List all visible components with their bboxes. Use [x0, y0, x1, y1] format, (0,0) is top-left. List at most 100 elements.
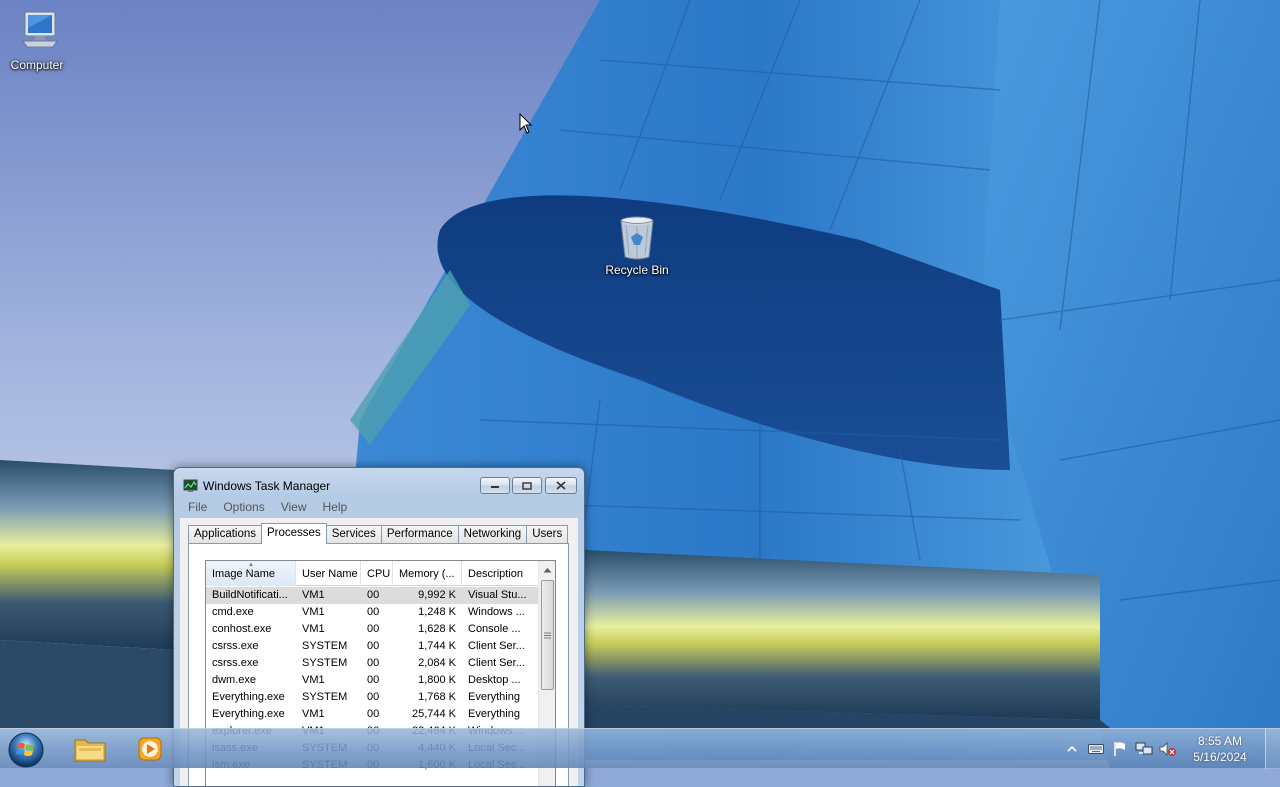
column-cpu[interactable]: CPU: [361, 561, 393, 586]
grip-icon: [544, 632, 551, 638]
process-list-header: ▲ Image Name User Name CPU Memory (... D…: [206, 561, 539, 586]
desktop-icon-recycle-bin[interactable]: Recycle Bin: [597, 213, 677, 277]
scrollbar-thumb[interactable]: [541, 580, 554, 690]
keyboard-icon: [1088, 744, 1104, 754]
column-image-name[interactable]: ▲ Image Name: [206, 561, 296, 586]
recycle-bin-icon: [620, 216, 654, 260]
window-title: Windows Task Manager: [203, 479, 331, 493]
clock-time: 8:55 AM: [1197, 734, 1243, 748]
taskbar-media-player[interactable]: [122, 731, 178, 767]
cell-user-name: SYSTEM: [302, 640, 348, 652]
taskbar-windows-explorer[interactable]: [62, 731, 118, 767]
cell-image-name: conhost.exe: [212, 623, 272, 635]
menu-file[interactable]: File: [180, 498, 215, 517]
tray-action-center[interactable]: [1108, 739, 1132, 759]
cell-description: Visual Stu...: [468, 589, 527, 601]
cell-memory: 1,768 K: [418, 691, 456, 703]
cell-cpu: 00: [367, 657, 380, 669]
cell-cpu: 00: [367, 640, 380, 652]
cell-memory: 1,248 K: [418, 606, 456, 618]
cell-memory: 1,800 K: [418, 674, 456, 686]
tab-performance[interactable]: Performance: [380, 525, 459, 544]
sort-ascending-icon: ▲: [248, 562, 254, 568]
cell-image-name: BuildNotificati...: [212, 589, 288, 601]
taskbar-clock[interactable]: 8:55 AM 5/16/2024: [1188, 733, 1252, 765]
volume-muted-icon: [1159, 742, 1176, 756]
show-desktop-button[interactable]: [1265, 729, 1280, 769]
notification-area: 8:55 AM 5/16/2024: [1060, 729, 1252, 769]
cell-cpu: 00: [367, 589, 380, 601]
tray-show-hidden[interactable]: [1060, 739, 1084, 759]
cell-memory: 9,992 K: [418, 589, 456, 601]
table-row[interactable]: Everything.exe SYSTEM 00 1,768 K Everything: [206, 689, 539, 706]
title-bar[interactable]: Windows Task Manager: [174, 468, 584, 502]
network-icon: [1135, 742, 1153, 755]
table-row[interactable]: cmd.exe VM1 00 1,248 K Windows ...: [206, 604, 539, 621]
cell-memory: 1,628 K: [418, 623, 456, 635]
minimize-button[interactable]: [480, 477, 510, 494]
cell-image-name: cmd.exe: [212, 606, 254, 618]
windows-logo-icon: [8, 732, 44, 768]
tray-network[interactable]: [1132, 739, 1156, 759]
column-description[interactable]: Description: [462, 561, 539, 586]
cell-description: Console ...: [468, 623, 521, 635]
cell-cpu: 00: [367, 623, 380, 635]
scroll-up-arrow-icon: [543, 567, 552, 572]
cell-image-name: csrss.exe: [212, 640, 259, 652]
clock-date: 5/16/2024: [1193, 750, 1247, 764]
cell-description: Client Ser...: [468, 657, 525, 669]
desktop-icon-label: Recycle Bin: [605, 263, 669, 277]
desktop-icon-label: Computer: [10, 58, 64, 72]
minimize-icon: [491, 485, 499, 488]
tab-applications[interactable]: Applications: [188, 525, 263, 544]
tray-keyboard[interactable]: [1084, 739, 1108, 759]
task-manager-app-icon: [183, 479, 198, 492]
folder-icon: [74, 739, 106, 762]
table-row[interactable]: BuildNotificati... VM1 00 9,992 K Visual Stu…: [206, 587, 539, 604]
tray-volume[interactable]: [1156, 739, 1180, 759]
menu-bar: File Options View Help: [180, 498, 355, 517]
table-row[interactable]: csrss.exe SYSTEM 00 2,084 K Client Ser...: [206, 655, 539, 672]
cell-user-name: VM1: [302, 674, 325, 686]
tab-processes[interactable]: Processes: [261, 523, 327, 544]
tab-networking[interactable]: Networking: [457, 525, 528, 544]
cell-memory: 1,744 K: [418, 640, 456, 652]
action-center-flag-icon: [1114, 742, 1125, 756]
cell-description: Desktop ...: [468, 674, 521, 686]
cell-user-name: VM1: [302, 623, 325, 635]
taskbar: 8:55 AM 5/16/2024: [0, 728, 1280, 769]
menu-view[interactable]: View: [273, 498, 315, 517]
cell-description: Windows ...: [468, 606, 525, 618]
menu-options[interactable]: Options: [215, 498, 272, 517]
column-memory[interactable]: Memory (...: [393, 561, 462, 586]
mouse-pointer-icon: [519, 113, 533, 134]
column-user-name[interactable]: User Name: [296, 561, 361, 586]
maximize-button[interactable]: [512, 477, 542, 494]
close-button[interactable]: [545, 477, 577, 494]
cell-memory: 25,744 K: [411, 708, 456, 720]
cell-user-name: SYSTEM: [302, 657, 348, 669]
scroll-up-button[interactable]: [539, 561, 555, 578]
desktop-icon-computer[interactable]: Computer: [0, 8, 77, 72]
table-row[interactable]: conhost.exe VM1 00 1,628 K Console ...: [206, 621, 539, 638]
tab-strip: Applications Processes Services Performa…: [188, 523, 569, 544]
cell-image-name: Everything.exe: [212, 691, 285, 703]
cell-user-name: VM1: [302, 708, 325, 720]
table-row[interactable]: Everything.exe VM1 00 25,744 K Everything: [206, 706, 539, 723]
menu-help[interactable]: Help: [315, 498, 356, 517]
table-row[interactable]: dwm.exe VM1 00 1,800 K Desktop ...: [206, 672, 539, 689]
tab-services[interactable]: Services: [325, 525, 382, 544]
cell-description: Everything: [468, 708, 520, 720]
cell-image-name: dwm.exe: [212, 674, 257, 686]
cell-user-name: SYSTEM: [302, 691, 348, 703]
tab-users[interactable]: Users: [526, 525, 569, 544]
maximize-icon: [522, 481, 532, 490]
cell-user-name: VM1: [302, 589, 325, 601]
start-button[interactable]: [6, 731, 46, 769]
cell-memory: 2,084 K: [418, 657, 456, 669]
show-hidden-icons-icon: [1067, 745, 1077, 752]
table-row[interactable]: csrss.exe SYSTEM 00 1,744 K Client Ser...: [206, 638, 539, 655]
cell-description: Everything: [468, 691, 520, 703]
computer-icon: [22, 11, 58, 48]
column-label: Image Name: [212, 568, 275, 580]
